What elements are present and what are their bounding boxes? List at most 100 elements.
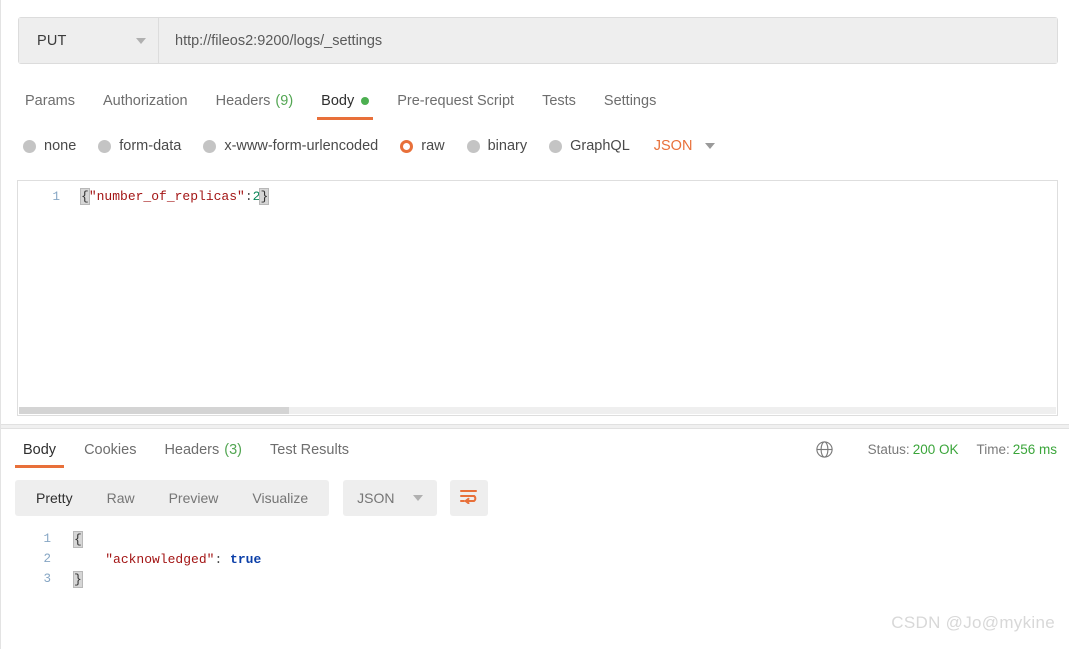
url-input[interactable]: http://fileos2:9200/logs/_settings xyxy=(159,18,1057,63)
radio-label: GraphQL xyxy=(570,138,630,154)
body-type-radio-group: none form-data x-www-form-urlencoded raw bin… xyxy=(23,131,716,161)
tab-label: Tests xyxy=(542,93,576,109)
tab-count-badge: (3) xyxy=(224,442,242,458)
globe-icon xyxy=(815,440,834,459)
tab-label: Body xyxy=(23,442,57,458)
request-tab-bar: Params Authorization Headers (9) Body Pre-req… xyxy=(17,84,1057,120)
line-number: 3 xyxy=(43,572,51,586)
body-type-form-data[interactable]: form-data xyxy=(98,138,181,154)
radio-label: binary xyxy=(487,138,528,154)
response-view-raw[interactable]: Raw xyxy=(90,480,152,516)
response-view-visualize[interactable]: Visualize xyxy=(235,480,325,516)
response-tab-test-results[interactable]: Test Results xyxy=(256,434,363,466)
response-toolbar: Pretty Raw Preview Visualize JSON xyxy=(15,479,488,517)
response-body-code[interactable]: 1{2 "acknowledged": true 3} xyxy=(15,528,1060,618)
radio-icon xyxy=(23,139,36,153)
code-token: } xyxy=(73,571,83,588)
code-token: "acknowledged" xyxy=(105,552,215,567)
tab-label: Pre-request Script xyxy=(397,93,515,109)
code-line: 1{ xyxy=(15,528,1060,548)
word-wrap-button[interactable] xyxy=(449,480,488,516)
code-token: } xyxy=(259,188,270,205)
status-group: Status: 200 OK xyxy=(868,442,959,457)
radio-icon xyxy=(466,139,480,153)
tab-label: Settings xyxy=(603,93,657,109)
tab-label: Body xyxy=(321,93,355,109)
code-text[interactable]: { xyxy=(61,528,83,548)
code-line: 1 {"number_of_replicas":2} xyxy=(18,187,1057,207)
time-group: Time: 256 ms xyxy=(976,442,1057,457)
request-body-editor[interactable]: 1 {"number_of_replicas":2} xyxy=(17,180,1058,416)
postman-request-window: PUT http://fileos2:9200/logs/_settings P… xyxy=(0,0,1069,649)
tab-label: Headers xyxy=(164,442,220,458)
response-format-label: JSON xyxy=(357,490,395,506)
raw-format-label: JSON xyxy=(653,138,693,154)
http-method-select[interactable]: PUT xyxy=(19,18,159,63)
body-type-x-www-form-urlencoded[interactable]: x-www-form-urlencoded xyxy=(203,138,378,154)
code-text[interactable]: } xyxy=(61,568,83,588)
response-view-preview[interactable]: Preview xyxy=(152,480,236,516)
watermark: CSDN @Jo@mykine xyxy=(891,613,1055,632)
radio-label: none xyxy=(44,138,77,154)
editor-horizontal-scrollbar[interactable] xyxy=(19,407,1056,414)
response-tab-body[interactable]: Body xyxy=(9,434,70,468)
radio-label: raw xyxy=(421,138,445,154)
line-number: 1 xyxy=(52,190,60,204)
raw-format-select[interactable]: JSON xyxy=(654,138,716,154)
chevron-down-icon xyxy=(705,143,716,149)
scrollbar-thumb[interactable] xyxy=(19,407,289,414)
code-token: : xyxy=(244,189,253,204)
request-tab-params[interactable]: Params xyxy=(17,84,89,118)
code-token: { xyxy=(73,531,83,548)
status-label: Status: xyxy=(867,441,910,457)
radio-icon xyxy=(203,139,217,153)
code-text[interactable]: {"number_of_replicas":2} xyxy=(68,187,270,207)
radio-icon xyxy=(400,139,414,153)
response-view-mode-group: Pretty Raw Preview Visualize xyxy=(15,480,330,516)
time-value: 256 ms xyxy=(1012,441,1057,457)
radio-icon xyxy=(549,139,563,153)
request-tab-pre-request-script[interactable]: Pre-request Script xyxy=(383,84,528,118)
tab-label: Headers xyxy=(215,93,271,109)
tab-label: Authorization xyxy=(102,93,188,109)
http-method-label: PUT xyxy=(37,32,67,49)
request-tab-tests[interactable]: Tests xyxy=(528,84,590,118)
tab-count-badge: (9) xyxy=(275,93,294,109)
body-modified-dot-icon xyxy=(361,97,370,105)
code-line: 3} xyxy=(15,568,1060,588)
radio-icon xyxy=(98,139,112,153)
request-tab-headers[interactable]: Headers (9) xyxy=(202,84,308,118)
chevron-down-icon xyxy=(136,37,146,44)
response-tab-cookies[interactable]: Cookies xyxy=(70,434,150,466)
response-tab-headers[interactable]: Headers (3) xyxy=(150,434,256,466)
request-code-area[interactable]: 1 {"number_of_replicas":2} xyxy=(18,181,1057,415)
line-number: 1 xyxy=(43,532,51,546)
word-wrap-icon xyxy=(459,488,478,509)
tab-label: Test Results xyxy=(270,442,349,458)
response-view-pretty[interactable]: Pretty xyxy=(19,480,90,516)
request-tab-body[interactable]: Body xyxy=(307,84,383,120)
pane-resize-divider[interactable] xyxy=(1,424,1069,429)
body-type-none[interactable]: none xyxy=(23,138,76,154)
line-number: 2 xyxy=(43,552,51,566)
radio-label: form-data xyxy=(119,138,182,154)
code-token: { xyxy=(80,188,90,205)
radio-label: x-www-form-urlencoded xyxy=(224,138,379,154)
status-value: 200 OK xyxy=(912,441,959,457)
response-status-bar: Status: 200 OK Time: 256 ms xyxy=(815,436,1057,462)
body-type-raw[interactable]: raw xyxy=(400,138,445,154)
chevron-down-icon xyxy=(412,495,423,501)
response-format-select[interactable]: JSON xyxy=(343,480,437,516)
body-type-binary[interactable]: binary xyxy=(466,138,528,154)
code-token: true xyxy=(230,552,262,567)
code-token: : xyxy=(214,552,231,567)
body-type-graphql[interactable]: GraphQL xyxy=(549,138,630,154)
code-line: 2 "acknowledged": true xyxy=(15,548,1060,568)
request-tab-settings[interactable]: Settings xyxy=(590,84,670,118)
tab-label: Params xyxy=(25,93,75,109)
time-label: Time: xyxy=(976,441,1010,457)
request-tab-authorization[interactable]: Authorization xyxy=(89,84,202,118)
code-token: "number_of_replicas" xyxy=(88,189,245,204)
code-text[interactable]: "acknowledged": true xyxy=(61,548,261,568)
